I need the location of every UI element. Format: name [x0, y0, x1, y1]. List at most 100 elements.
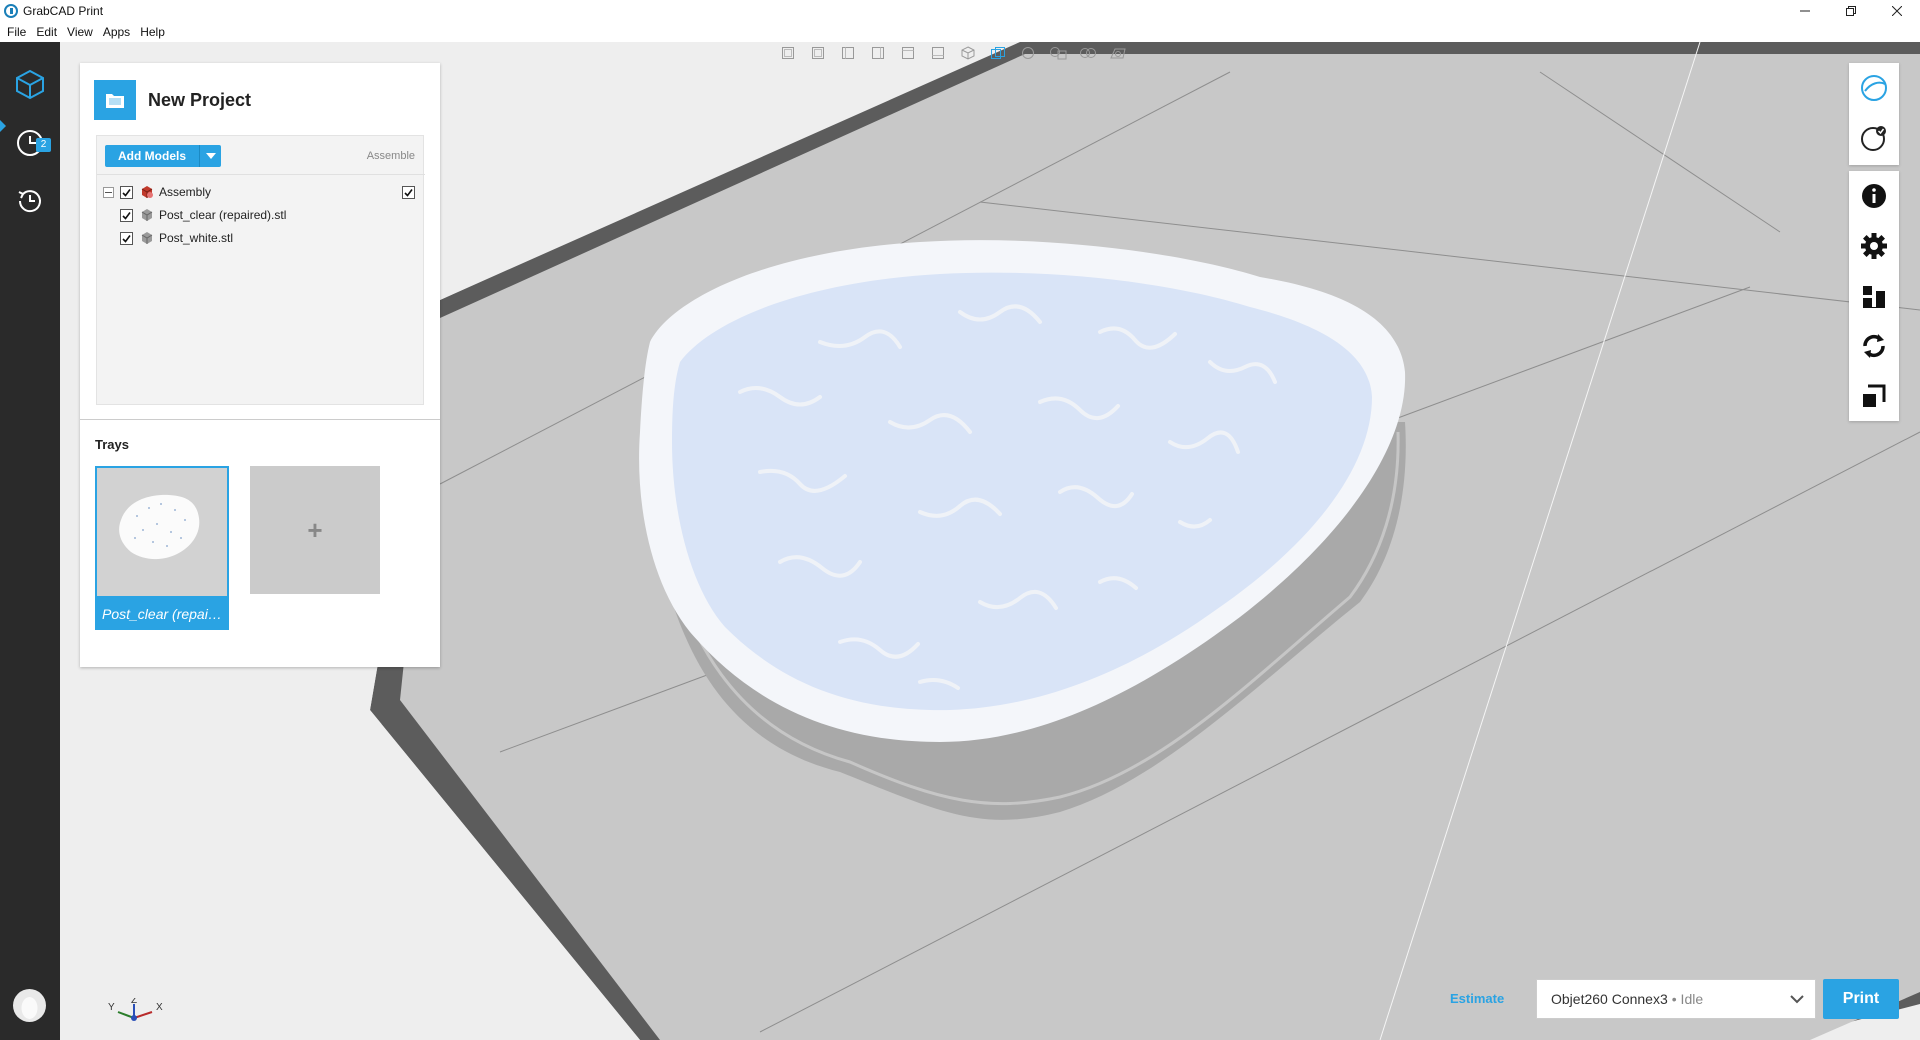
restore-icon: [1846, 6, 1856, 16]
minus-icon: [105, 191, 112, 193]
gear-icon: [1861, 233, 1887, 259]
view-back-icon: [812, 47, 824, 59]
align-button[interactable]: [1849, 271, 1899, 321]
queue-badge: 2: [36, 138, 51, 152]
settings-button[interactable]: [1849, 221, 1899, 271]
view-right-button[interactable]: [865, 44, 891, 62]
view-fit-button[interactable]: [1075, 44, 1101, 62]
collapse-toggle[interactable]: [103, 186, 114, 198]
menu-bar: File Edit View Apps Help: [0, 22, 1920, 42]
view-left-icon: [842, 47, 854, 59]
close-button[interactable]: [1874, 0, 1920, 22]
iso-cube-icon: [961, 46, 975, 60]
scale-button[interactable]: [1849, 371, 1899, 421]
printer-select[interactable]: Objet260 Connex3 • Idle: [1536, 979, 1816, 1019]
view-iso-button[interactable]: [955, 44, 981, 62]
assembly-checkbox[interactable]: [120, 185, 133, 199]
rotate-icon: [1863, 334, 1885, 358]
cube-icon: [16, 69, 44, 100]
model-checkbox[interactable]: [120, 231, 133, 245]
tree-row-model[interactable]: Post_white.stl: [120, 228, 233, 248]
tray-card[interactable]: Post_clear (repaired).stl: [95, 466, 229, 630]
view-left-button[interactable]: [835, 44, 861, 62]
checkmark-icon: [404, 189, 413, 197]
align-icon: [1863, 286, 1885, 308]
right-tools-top: [1849, 63, 1899, 165]
chevron-down-icon: [1790, 995, 1804, 1004]
trays-heading: Trays: [95, 437, 129, 452]
assemble-button[interactable]: Assemble: [367, 150, 415, 162]
tree-row-assembly[interactable]: Assembly: [103, 182, 211, 202]
view-search-button[interactable]: [1045, 44, 1071, 62]
title-bar: GrabCAD Print: [0, 0, 1920, 22]
part-icon: [141, 232, 153, 244]
axis-gizmo: Y Z X: [108, 998, 163, 1021]
assembly-icon: [141, 186, 153, 198]
add-models-button[interactable]: Add Models: [105, 145, 199, 167]
view-front-icon: [782, 47, 794, 59]
view-bottom-button[interactable]: [925, 44, 951, 62]
view-back-button[interactable]: [805, 44, 831, 62]
project-title[interactable]: New Project: [148, 90, 251, 111]
scale-icon: [1863, 384, 1886, 407]
part-icon: [141, 209, 153, 221]
progress-icon: [1861, 126, 1886, 151]
view-shaded-button[interactable]: [985, 44, 1011, 62]
print-button[interactable]: Print: [1823, 979, 1899, 1019]
view-camera-button[interactable]: [1105, 44, 1131, 62]
models-list: Add Models Assemble Assembly Post_clear …: [96, 135, 425, 405]
rail-queue-button[interactable]: [0, 118, 60, 168]
printer-name: Objet260 Connex3: [1551, 991, 1668, 1007]
minimize-button[interactable]: [1782, 0, 1828, 22]
model-label: Post_clear (repaired).stl: [159, 208, 287, 222]
assembly-visible-checkbox[interactable]: [402, 186, 415, 199]
sphere-icon: [1022, 47, 1034, 59]
menu-edit[interactable]: Edit: [31, 25, 62, 39]
tray-name: Post_clear (repaired).stl: [102, 606, 224, 622]
checkmark-icon: [122, 188, 131, 197]
checkmark-icon: [122, 234, 131, 243]
view-toolbar: [775, 44, 1131, 62]
menu-apps[interactable]: Apps: [98, 25, 135, 39]
menu-view[interactable]: View: [62, 25, 98, 39]
avatar[interactable]: [13, 989, 46, 1022]
caret-down-icon: [205, 153, 216, 159]
sphere-view-icon: [1861, 75, 1887, 101]
rotate-button[interactable]: [1849, 321, 1899, 371]
view-top-button[interactable]: [895, 44, 921, 62]
view-top-icon: [902, 47, 914, 59]
tree-row-model[interactable]: Post_clear (repaired).stl: [120, 205, 286, 225]
add-models-dropdown[interactable]: [199, 145, 221, 167]
user-icon: [21, 997, 38, 1019]
add-tray-button[interactable]: +: [250, 466, 380, 594]
model-label: Post_white.stl: [159, 231, 234, 245]
history-icon: [18, 190, 41, 213]
rail-models-button[interactable]: [0, 59, 60, 109]
checkmark-icon: [122, 211, 131, 220]
view-mode-button[interactable]: [1849, 63, 1899, 113]
rail-history-button[interactable]: [0, 176, 60, 226]
tray-thumbnail: [97, 468, 227, 596]
shaded-view-icon: [991, 47, 1005, 59]
panel-divider: [80, 419, 440, 420]
view-sphere-button[interactable]: [1015, 44, 1041, 62]
project-folder-icon: [94, 80, 136, 120]
info-button[interactable]: [1849, 171, 1899, 221]
printer-status: • Idle: [1671, 991, 1704, 1007]
menu-file[interactable]: File: [2, 25, 31, 39]
axis-z-label: Z: [131, 998, 137, 1006]
progress-button[interactable]: [1849, 113, 1899, 163]
zoom-icon: [1050, 47, 1067, 60]
fit-view-icon: [1080, 48, 1096, 58]
estimate-link[interactable]: Estimate: [1450, 991, 1504, 1006]
menu-help[interactable]: Help: [135, 25, 170, 39]
close-icon: [1892, 6, 1902, 16]
model-checkbox[interactable]: [120, 208, 133, 222]
view-front-button[interactable]: [775, 44, 801, 62]
project-panel: New Project Add Models Assemble Assembly: [80, 63, 440, 667]
camera-icon: [1110, 48, 1126, 59]
restore-button[interactable]: [1828, 0, 1874, 22]
tree-divider: [97, 174, 425, 175]
axis-y-label: Y: [108, 1002, 115, 1013]
assembly-label: Assembly: [159, 185, 212, 199]
